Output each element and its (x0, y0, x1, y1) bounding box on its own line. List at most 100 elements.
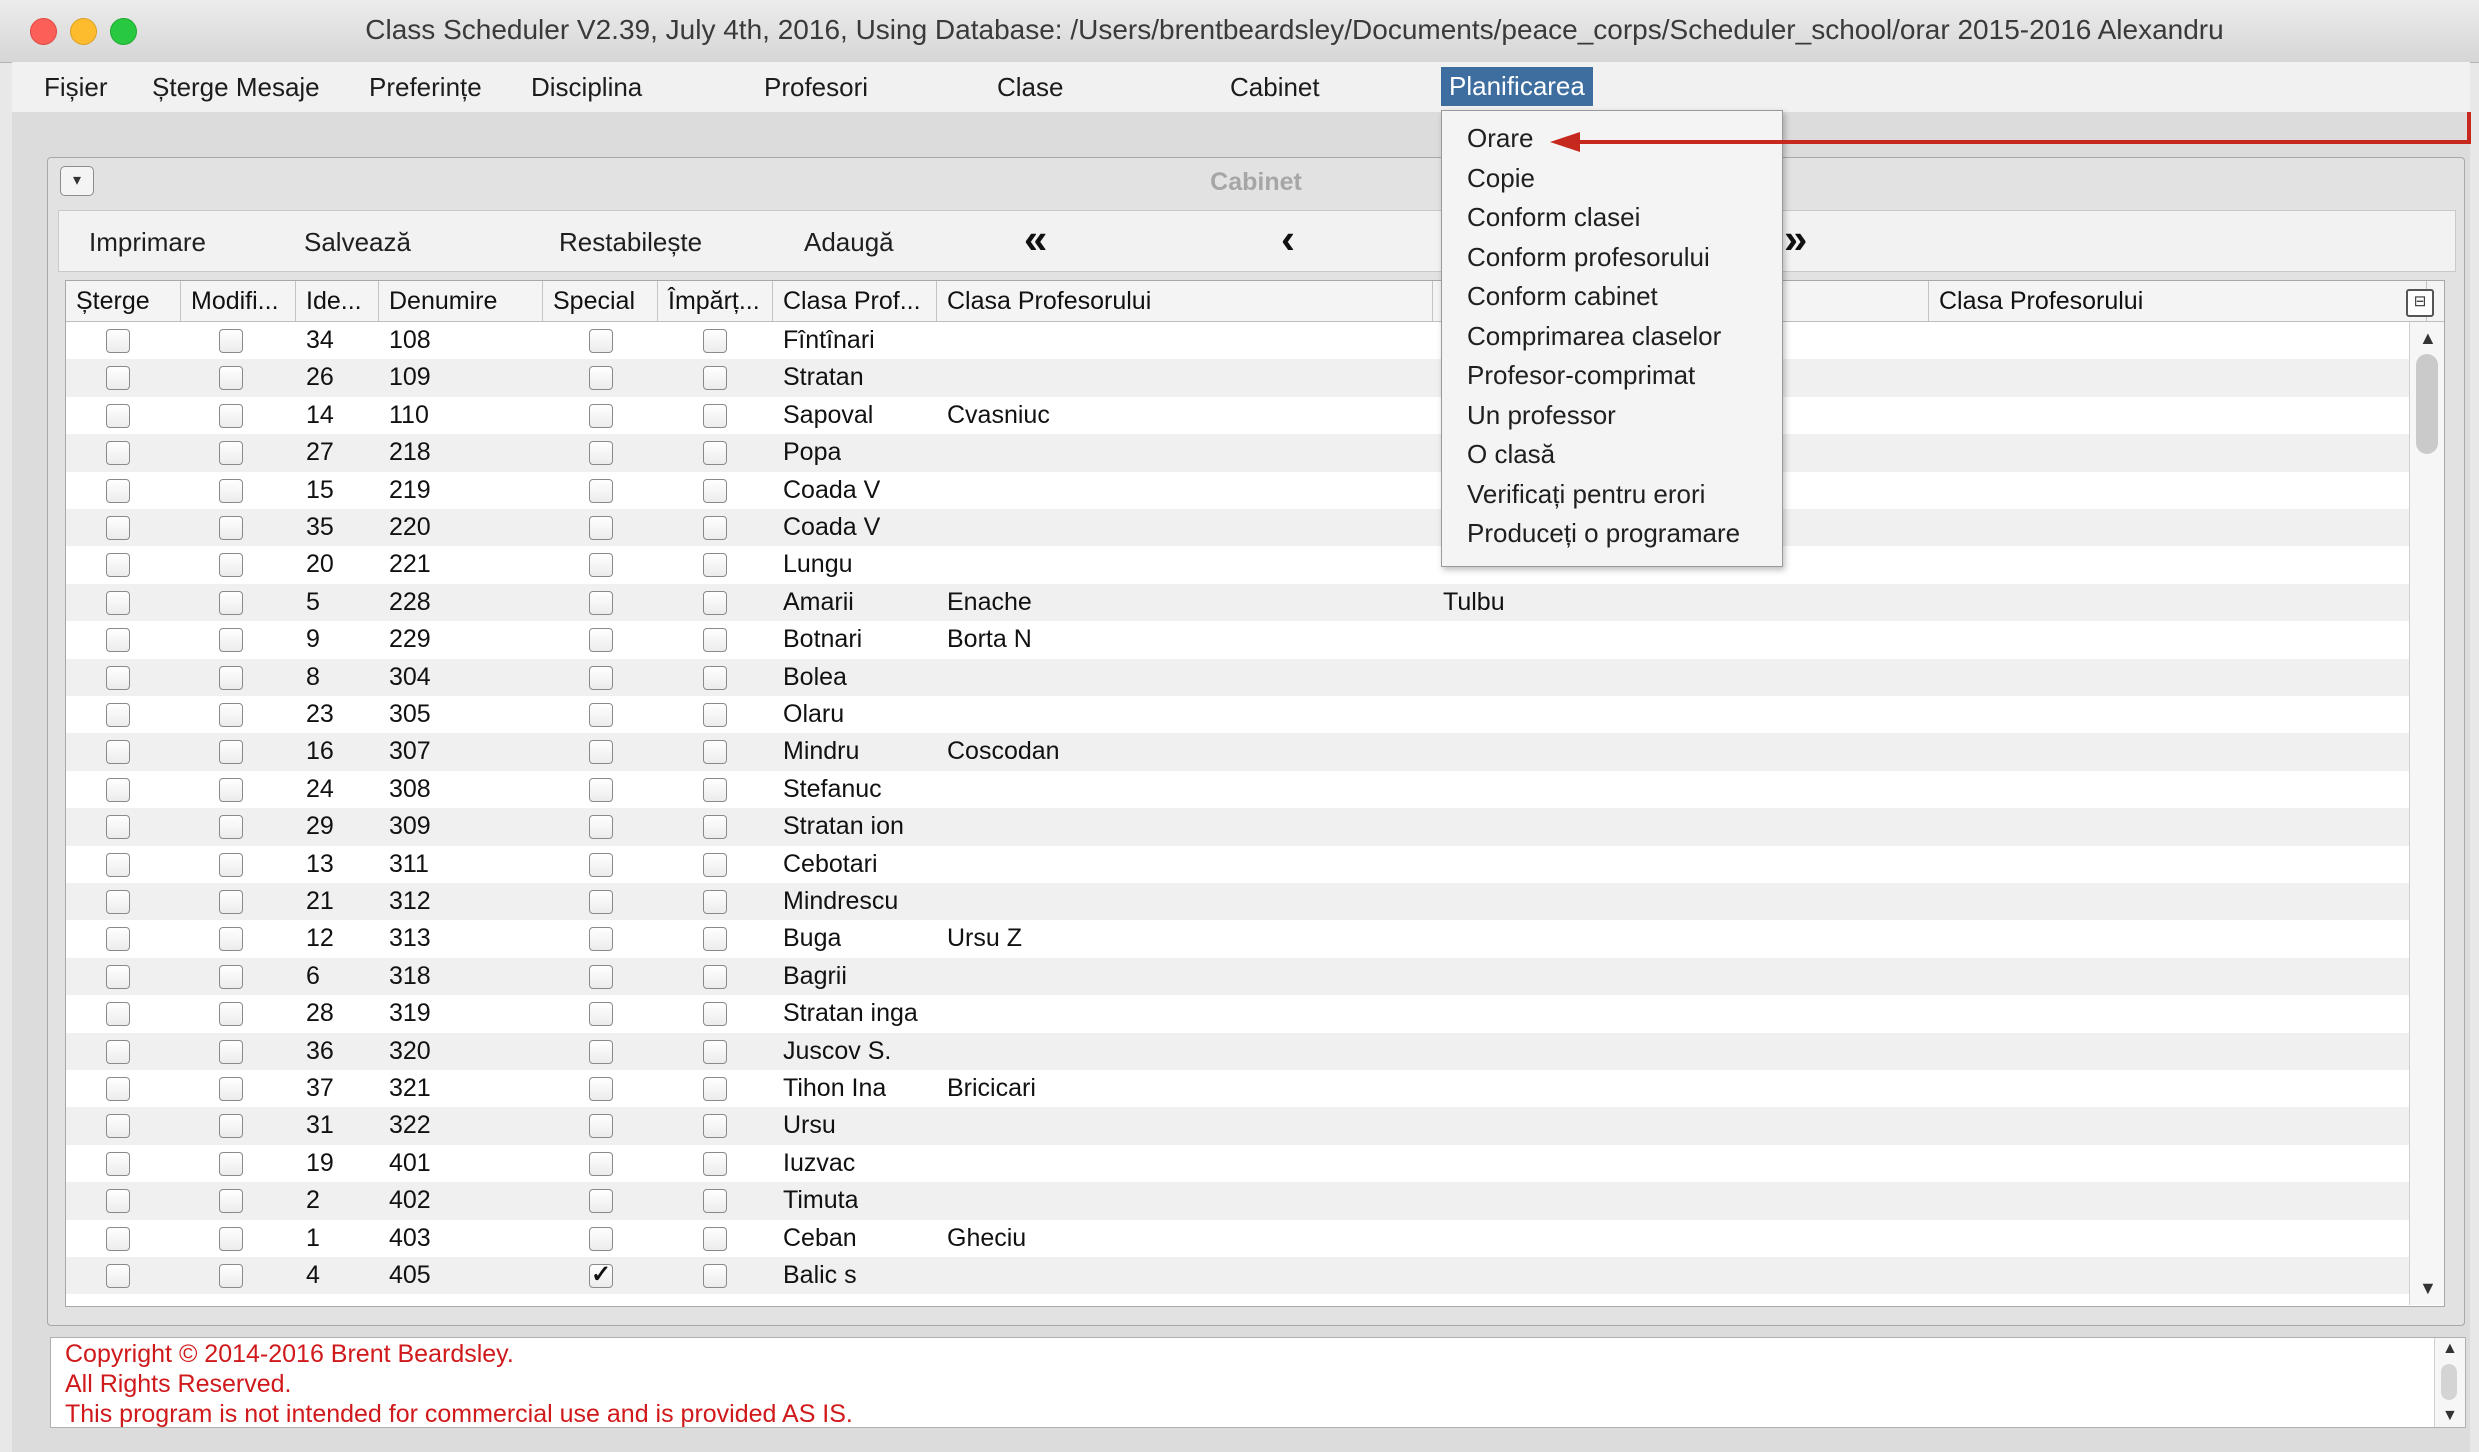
first-record-icon[interactable]: « (1024, 215, 1047, 263)
table-row[interactable]: 12 313 Buga Ursu Z (66, 920, 2426, 958)
special-checkbox[interactable] (589, 890, 613, 914)
delete-checkbox[interactable] (106, 1039, 130, 1064)
delete-checkbox[interactable] (106, 703, 130, 727)
modify-checkbox[interactable] (219, 590, 243, 615)
table-row[interactable]: 37 321 Tihon Ina Bricicari (66, 1070, 2426, 1108)
cell-class-prof-1[interactable]: Bagrii (783, 958, 847, 995)
shared-checkbox[interactable] (703, 590, 727, 615)
cell-class-prof-1[interactable]: Ursu (783, 1107, 836, 1144)
cell-id[interactable]: 2 (306, 1182, 320, 1219)
cell-name[interactable]: 308 (389, 771, 431, 808)
shared-checkbox[interactable] (703, 478, 727, 503)
cell-name[interactable]: 309 (389, 808, 431, 845)
delete-checkbox[interactable] (106, 1151, 130, 1176)
table-row[interactable]: 26 109 Stratan (66, 359, 2426, 397)
modify-checkbox[interactable] (219, 366, 243, 391)
cell-class-prof-2[interactable]: Enache (947, 584, 1032, 621)
shared-checkbox[interactable] (703, 852, 727, 877)
delete-checkbox[interactable] (106, 1077, 130, 1101)
scroll-down-icon[interactable]: ▼ (2419, 1278, 2437, 1299)
last-record-icon[interactable]: » (1784, 215, 1807, 263)
cell-name[interactable]: 305 (389, 696, 431, 733)
special-checkbox[interactable] (589, 964, 613, 989)
cell-class-prof-1[interactable]: Coada V (783, 472, 880, 509)
table-row[interactable]: 34 108 Fîntînari (66, 322, 2426, 360)
shared-checkbox[interactable] (703, 403, 727, 428)
cell-name[interactable]: 401 (389, 1145, 431, 1182)
delete-checkbox[interactable] (106, 478, 130, 503)
delete-checkbox[interactable] (106, 403, 130, 428)
table-row[interactable]: 20 221 Lungu (66, 546, 2426, 584)
cell-name[interactable]: 220 (389, 509, 431, 546)
table-row[interactable]: 21 312 Mindrescu (66, 883, 2426, 921)
modify-checkbox[interactable] (219, 1226, 243, 1251)
cell-class-prof-1[interactable]: Popa (783, 434, 841, 471)
modify-checkbox[interactable] (219, 1002, 243, 1027)
menu-cabinet[interactable]: Cabinet (1230, 72, 1320, 103)
delete-checkbox[interactable] (106, 553, 130, 578)
cell-class-prof-1[interactable]: Fîntînari (783, 322, 875, 359)
column-header-class-prof-1[interactable]: Clasa Prof... (773, 281, 937, 321)
table-row[interactable]: 16 307 Mindru Coscodan (66, 733, 2426, 771)
minimize-window-button[interactable] (70, 18, 97, 45)
delete-checkbox[interactable] (106, 777, 130, 802)
shared-checkbox[interactable] (703, 777, 727, 802)
table-row[interactable]: 35 220 Coada V (66, 509, 2426, 547)
cell-id[interactable]: 19 (306, 1145, 334, 1182)
shared-checkbox[interactable] (703, 1189, 727, 1214)
cell-class-prof-1[interactable]: Cebotari (783, 846, 878, 883)
shared-checkbox[interactable] (703, 1077, 727, 1101)
cell-class-prof-1[interactable]: Amarii (783, 584, 854, 621)
cell-name[interactable]: 318 (389, 958, 431, 995)
shared-checkbox[interactable] (703, 1226, 727, 1251)
cell-class-prof-1[interactable]: Stratan ion (783, 808, 904, 845)
table-scrollbar[interactable]: ▲ ▼ (2409, 322, 2444, 1305)
delete-checkbox[interactable] (106, 1002, 130, 1027)
special-checkbox[interactable] (589, 703, 613, 727)
shared-checkbox[interactable] (703, 1151, 727, 1176)
shared-checkbox[interactable] (703, 927, 727, 952)
cell-name[interactable]: 110 (389, 397, 429, 434)
table-row[interactable]: 14 110 Sapoval Cvasniuc (66, 396, 2426, 435)
cell-id[interactable]: 6 (306, 958, 320, 995)
cell-id[interactable]: 26 (306, 359, 334, 396)
cell-name[interactable]: 307 (389, 733, 431, 770)
previous-record-icon[interactable]: ‹ (1281, 215, 1295, 263)
message-scrollbar[interactable]: ▲ ▼ (2434, 1338, 2465, 1427)
menu-fisier[interactable]: Fișier (44, 72, 108, 103)
cell-class-prof-1[interactable]: Buga (783, 920, 841, 957)
cell-name[interactable]: 109 (389, 359, 431, 396)
delete-checkbox[interactable] (106, 1226, 130, 1251)
delete-checkbox[interactable] (106, 1114, 130, 1139)
menu-item-5[interactable]: Comprimarea claselor (1467, 321, 1721, 352)
shared-checkbox[interactable] (703, 1114, 727, 1139)
table-row[interactable]: 5 228 Amarii Enache Tulbu (66, 583, 2426, 622)
column-header-id[interactable]: Ide... (296, 281, 379, 321)
table-row[interactable]: 23 305 Olaru (66, 696, 2426, 734)
column-header-class-prof-4[interactable]: Clasa Profesorului (1929, 281, 2427, 321)
cell-class-prof-2[interactable]: Bricicari (947, 1070, 1036, 1107)
cell-name[interactable]: 402 (389, 1182, 431, 1219)
modify-checkbox[interactable] (219, 403, 243, 428)
cell-id[interactable]: 24 (306, 771, 334, 808)
modify-checkbox[interactable] (219, 628, 243, 653)
cell-id[interactable]: 13 (306, 846, 334, 883)
cell-id[interactable]: 20 (306, 546, 334, 583)
table-row[interactable]: 1 403 Ceban Gheciu (66, 1219, 2426, 1257)
menu-item-9[interactable]: Verificați pentru erori (1467, 479, 1705, 510)
cell-name[interactable]: 403 (389, 1220, 431, 1257)
cell-class-prof-1[interactable]: Timuta (783, 1182, 858, 1219)
cell-name[interactable]: 312 (389, 883, 431, 920)
special-checkbox[interactable] (589, 590, 613, 615)
reset-button[interactable]: Restabilește (559, 227, 702, 258)
delete-checkbox[interactable] (106, 441, 130, 466)
maximize-window-button[interactable] (110, 18, 137, 45)
shared-checkbox[interactable] (703, 329, 727, 353)
special-checkbox[interactable] (589, 553, 613, 578)
modify-checkbox[interactable] (219, 815, 243, 840)
special-checkbox[interactable] (589, 1002, 613, 1027)
cell-class-prof-3[interactable]: Tulbu (1443, 584, 1505, 621)
cell-id[interactable]: 16 (306, 733, 334, 770)
menu-item-2[interactable]: Conform clasei (1467, 202, 1640, 233)
cell-class-prof-1[interactable]: Olaru (783, 696, 844, 733)
